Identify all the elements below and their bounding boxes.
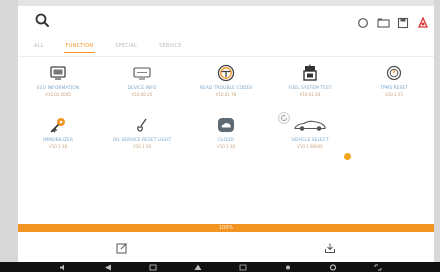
folder-icon[interactable]: [376, 16, 390, 30]
sync-icon[interactable]: [278, 112, 290, 124]
tab-bar: ALL FUNCTION SPECIAL SERVICE: [32, 40, 184, 53]
progress-bar: 100%: [18, 224, 434, 232]
tab-special[interactable]: SPECIAL: [113, 40, 139, 53]
bezel-left: [0, 0, 18, 272]
edit-button[interactable]: [18, 234, 226, 262]
tile-label: CLOUD: [218, 138, 234, 143]
tile-immobilizer[interactable]: IMMOBILIZER V10.1 18: [18, 114, 98, 160]
bottom-toolbar: [18, 234, 434, 262]
volume-down-icon[interactable]: [59, 264, 67, 271]
tile-label: ECU INFORMATION: [36, 86, 80, 91]
steering-wheel-icon: [217, 62, 235, 84]
tile-label: TPMS RESET: [379, 86, 409, 91]
settings-icon[interactable]: [329, 263, 337, 271]
pdf-icon[interactable]: [416, 16, 430, 30]
device-icon: [133, 62, 151, 84]
tile-version: V10.1 18: [48, 144, 67, 149]
sports-car-icon: [293, 114, 327, 136]
progress-label: 100%: [218, 225, 234, 231]
gas-station-icon: [302, 62, 318, 84]
top-actions: [356, 16, 430, 30]
back-icon[interactable]: [104, 264, 112, 271]
edit-icon: [116, 239, 128, 258]
tile-label: FUEL SYSTEM TEST: [288, 86, 332, 91]
brightness-icon[interactable]: [284, 264, 292, 271]
tab-divider: [18, 56, 434, 57]
download-icon: [324, 239, 336, 258]
up-icon[interactable]: [194, 264, 202, 271]
tile-label: OIL SERVICE RESET LIGHT: [112, 138, 172, 143]
app-screen: ALL FUNCTION SPECIAL SERVICE ECU INFORMA…: [18, 6, 434, 262]
tile-label: READ TROUBLE CODES: [199, 86, 253, 91]
tile-ecu-information[interactable]: ECU INFORMATION V10.02 2045: [18, 62, 98, 108]
tile-cloud[interactable]: CLOUD V10.1 10: [186, 114, 266, 160]
tile-label: IMMOBILIZER: [43, 138, 73, 143]
tile-version: V10.00 25: [131, 92, 153, 97]
tab-function[interactable]: FUNCTION: [63, 40, 96, 53]
download-button[interactable]: [226, 234, 434, 262]
tile-version: V10.1 80000: [297, 144, 323, 149]
bezel-right: [434, 0, 440, 272]
tile-version: V10.1 10: [216, 144, 235, 149]
update-badge: [344, 153, 351, 160]
tile-version: V10.01 64: [299, 92, 321, 97]
tile-version: V10.1 26: [132, 144, 151, 149]
key-icon: [49, 114, 67, 136]
tile-read-trouble-codes[interactable]: READ TROUBLE CODES V10.01 78: [186, 62, 266, 108]
tile-device-info[interactable]: DEVICE INFO V10.00 25: [102, 62, 182, 108]
refresh-icon[interactable]: [356, 16, 370, 30]
tile-tpms-reset[interactable]: TPMS RESET V10.1 25: [354, 62, 434, 108]
tile-fuel-system-test[interactable]: FUEL SYSTEM TEST V10.01 64: [270, 62, 350, 108]
home-icon[interactable]: [149, 264, 157, 271]
tab-all[interactable]: ALL: [32, 40, 46, 53]
save-icon[interactable]: [396, 16, 410, 30]
tile-label: VEHICLE SELECT: [291, 138, 329, 143]
brush-icon: [134, 114, 150, 136]
top-bar: [18, 6, 434, 38]
tpms-icon: [386, 62, 402, 84]
tile-version: V10.1 25: [384, 92, 403, 97]
tab-service[interactable]: SERVICE: [157, 40, 183, 53]
tile-version: V10.01 78: [215, 92, 237, 97]
tile-label: DEVICE INFO: [127, 86, 157, 91]
recent-apps-icon[interactable]: [239, 264, 247, 271]
tile-version: V10.02 2045: [45, 92, 71, 97]
system-nav-bar: [0, 262, 440, 272]
screenshot-icon[interactable]: [374, 264, 382, 271]
tile-oil-service-reset[interactable]: OIL SERVICE RESET LIGHT V10.1 26: [102, 114, 182, 160]
cloud-icon: [217, 114, 235, 136]
ecu-monitor-icon: [50, 62, 66, 84]
search-icon[interactable]: [34, 12, 52, 30]
